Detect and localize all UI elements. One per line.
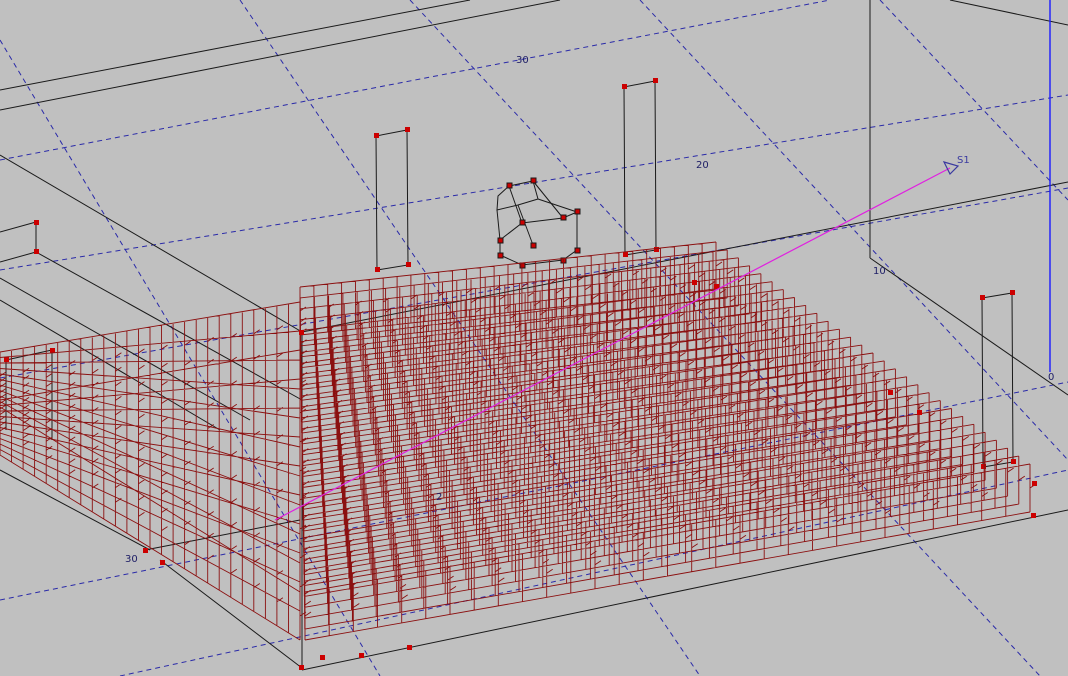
outline-edge <box>0 469 151 551</box>
grid-line <box>0 39 381 676</box>
grid-label-30-top: 30 <box>516 55 529 66</box>
outline-edge <box>35 251 303 401</box>
grid-label-10: 10 <box>873 266 886 277</box>
dashed-grid <box>0 0 1068 676</box>
grid-label-0: 0 <box>1048 372 1054 383</box>
selection-label: S1 <box>957 155 970 166</box>
column-object-2[interactable] <box>622 78 659 257</box>
grid-label-20: 20 <box>696 160 709 171</box>
column-object-1[interactable] <box>374 127 411 272</box>
outline-edge <box>0 251 37 263</box>
grid-line <box>0 0 831 161</box>
building-outline <box>0 0 1068 671</box>
rack-line <box>299 241 1037 641</box>
outline-edge <box>0 277 251 421</box>
small-frame-left[interactable] <box>4 220 55 362</box>
selection-marker[interactable]: S1 <box>942 155 970 176</box>
grid-line <box>409 0 1041 676</box>
outline-edge <box>0 0 471 91</box>
3d-viewport[interactable]: 30 20 10 0 30 2 S1 <box>0 0 1068 676</box>
triangle-marker-icon[interactable] <box>942 161 960 176</box>
outline-edge <box>0 154 303 333</box>
outline-edge <box>0 0 561 111</box>
outline-edge <box>869 257 1068 396</box>
hexagon-object[interactable] <box>496 177 581 269</box>
grid-label-30-left: 30 <box>125 554 138 565</box>
storage-rack-array[interactable] <box>0 241 1037 641</box>
rack-marker-label: 2 <box>436 492 442 503</box>
outline-edge <box>0 221 37 233</box>
rack-line <box>0 301 307 641</box>
scene-canvas[interactable]: 30 20 10 0 30 2 S1 <box>0 0 1068 676</box>
